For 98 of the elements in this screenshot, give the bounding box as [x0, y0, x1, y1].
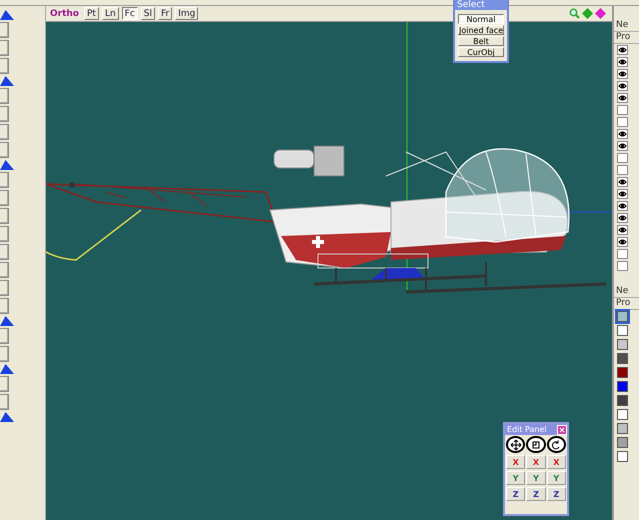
select-mode-button[interactable]: Joined face [458, 25, 504, 35]
eye-icon [618, 238, 627, 246]
eye-icon [618, 130, 627, 138]
tool-button[interactable] [0, 376, 9, 392]
eye-icon [618, 190, 627, 198]
eye-icon [618, 226, 627, 234]
visibility-toggle[interactable] [617, 117, 628, 127]
eye-icon [618, 202, 627, 210]
visibility-toggle[interactable] [617, 129, 628, 139]
material-swatch[interactable] [617, 423, 628, 434]
material-swatch[interactable] [617, 381, 628, 392]
eye-icon [618, 58, 627, 66]
material-swatch[interactable] [617, 395, 628, 406]
tool-button[interactable] [0, 58, 9, 74]
visibility-toggle[interactable] [617, 45, 628, 55]
diamond-icon[interactable] [595, 8, 606, 19]
axis-button[interactable]: X [526, 455, 546, 469]
panel-title: Edit Panel [507, 424, 547, 435]
tool-button[interactable] [0, 244, 9, 260]
display-toggle[interactable]: Fr [158, 7, 172, 20]
visibility-toggle[interactable] [617, 201, 628, 211]
tool-button[interactable] [0, 172, 9, 188]
tool-button[interactable] [0, 394, 9, 410]
display-toggle[interactable]: Img [175, 7, 198, 20]
panel-title: Select [455, 0, 507, 10]
tool-button[interactable] [0, 88, 9, 104]
visibility-toggle[interactable] [617, 105, 628, 115]
display-toggle[interactable]: Ln [102, 7, 119, 20]
section-header-icon[interactable] [0, 76, 14, 86]
tool-button[interactable] [0, 142, 9, 158]
eye-icon [618, 178, 627, 186]
projection-label[interactable]: Ortho [50, 8, 79, 18]
panel-header: Ne [614, 286, 639, 298]
material-swatch[interactable] [617, 409, 628, 420]
axis-button[interactable]: Y [526, 471, 546, 485]
select-mode-button[interactable]: Belt [458, 36, 504, 46]
tool-button[interactable] [0, 208, 9, 224]
section-header-icon[interactable] [0, 316, 14, 326]
tool-button[interactable] [0, 298, 9, 314]
eye-icon [618, 94, 627, 102]
material-swatch[interactable] [617, 325, 628, 336]
material-swatch[interactable] [617, 367, 628, 378]
material-swatch[interactable] [617, 451, 628, 462]
select-mode-button[interactable]: Normal [458, 14, 504, 24]
visibility-toggle[interactable] [617, 189, 628, 199]
visibility-toggle[interactable] [617, 57, 628, 67]
tool-button[interactable] [0, 22, 9, 38]
tool-button[interactable] [0, 190, 9, 206]
visibility-toggle[interactable] [617, 261, 628, 271]
eye-icon [618, 214, 627, 222]
material-swatch[interactable] [617, 339, 628, 350]
visibility-toggle[interactable] [617, 153, 628, 163]
diamond-icon[interactable] [582, 8, 593, 19]
axis-button[interactable]: Z [526, 487, 546, 501]
material-swatch[interactable] [617, 311, 628, 322]
axis-button[interactable]: Y [506, 471, 526, 485]
axis-button[interactable]: X [546, 455, 566, 469]
column-header: Pro [614, 32, 639, 44]
material-swatch[interactable] [617, 437, 628, 448]
visibility-toggle[interactable] [617, 141, 628, 151]
section-header-icon[interactable] [0, 160, 14, 170]
axis-button[interactable]: Z [546, 487, 566, 501]
tool-button[interactable] [0, 280, 9, 296]
move-arrows-icon[interactable] [506, 436, 526, 453]
tool-button[interactable] [0, 226, 9, 242]
axis-button[interactable]: X [506, 455, 526, 469]
select-mode-button[interactable]: CurObj [458, 47, 504, 57]
zoom-icon[interactable] [569, 8, 580, 19]
visibility-toggle[interactable] [617, 225, 628, 235]
tool-button[interactable] [0, 106, 9, 122]
close-icon[interactable] [557, 424, 567, 434]
eye-icon [618, 70, 627, 78]
visibility-toggle[interactable] [617, 249, 628, 259]
tool-button[interactable] [0, 124, 9, 140]
section-header-icon[interactable] [0, 364, 14, 374]
tool-button[interactable] [0, 40, 9, 56]
visibility-toggle[interactable] [617, 81, 628, 91]
tool-button[interactable] [0, 346, 9, 362]
visibility-toggle[interactable] [617, 69, 628, 79]
section-header-icon[interactable] [0, 412, 14, 422]
display-toggle[interactable]: Sl [140, 7, 156, 20]
visibility-toggle[interactable] [617, 213, 628, 223]
axis-button[interactable]: Z [506, 487, 526, 501]
display-toggle[interactable]: Pt [84, 7, 99, 20]
display-toggle[interactable]: Fc [122, 7, 138, 20]
visibility-toggle[interactable] [617, 177, 628, 187]
visibility-toggle[interactable] [617, 93, 628, 103]
rotate-icon[interactable] [546, 436, 566, 453]
eye-icon [618, 46, 627, 54]
material-swatch[interactable] [617, 353, 628, 364]
axis-button[interactable]: Y [546, 471, 566, 485]
panel-header: Ne [614, 20, 639, 32]
eye-icon [618, 142, 627, 150]
visibility-toggle[interactable] [617, 165, 628, 175]
tool-button[interactable] [0, 262, 9, 278]
visibility-toggle[interactable] [617, 237, 628, 247]
tool-button[interactable] [0, 328, 9, 344]
eye-icon [618, 82, 627, 90]
